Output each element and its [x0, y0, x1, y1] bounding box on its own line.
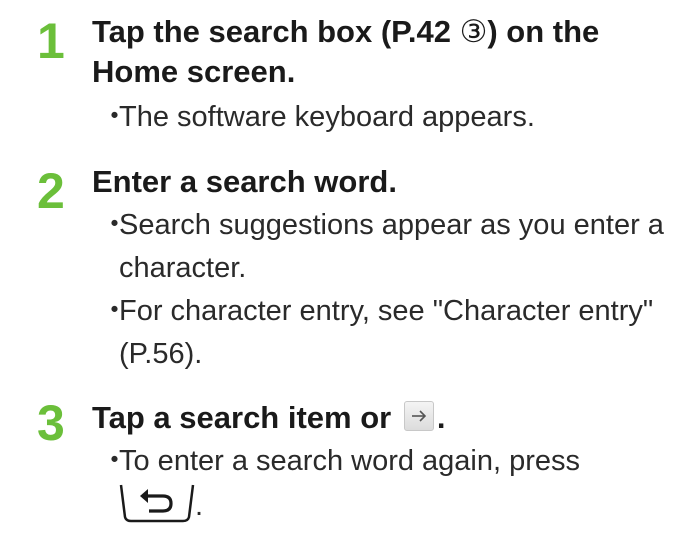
bullet-dot: ・ — [100, 209, 130, 241]
bullet-text: Search suggestions appear as you enter a… — [119, 209, 664, 284]
bullet-item: ・ To enter a search word again, press . — [100, 440, 675, 528]
step-title-text: . — [436, 400, 446, 435]
bullet-text: For character entry, see "Character entr… — [119, 295, 654, 370]
step-title: Tap the search box (P.42 ③) on the Home … — [92, 12, 672, 92]
bullet-dot: ・ — [100, 295, 130, 327]
bullet-item: ・ For character entry, see "Character en… — [100, 290, 675, 376]
bullet-item: ・ The software keyboard appears. — [100, 96, 675, 139]
step-title-text: Tap the search box (P.42 — [92, 14, 460, 49]
step-number: 3 — [37, 395, 65, 451]
back-key-icon — [119, 483, 195, 523]
right-arrow-icon — [403, 401, 434, 431]
bullet-text: To enter a search word again, press — [119, 445, 581, 477]
step-title: Enter a search word. — [92, 164, 397, 199]
bullet-text: The software keyboard appears. — [119, 101, 535, 133]
bullet-dot: ・ — [100, 445, 130, 477]
step-number: 1 — [37, 13, 65, 69]
circled-number: ③ — [459, 14, 488, 50]
step-number: 2 — [37, 163, 65, 219]
step-title-text: Tap a search item or — [92, 400, 392, 435]
bullet-item: ・ Search suggestions appear as you enter… — [100, 204, 675, 290]
bullet-dot: ・ — [100, 101, 130, 133]
bullet-text: . — [195, 490, 204, 522]
step-title: Tap a search item or . — [92, 398, 672, 438]
